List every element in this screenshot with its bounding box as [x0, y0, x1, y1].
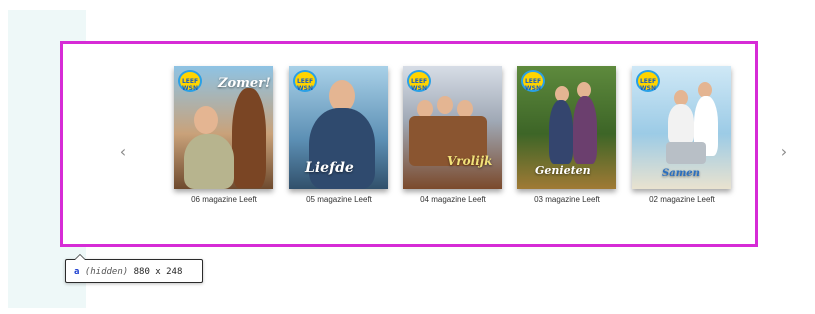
cover-person-body [549, 100, 573, 164]
chevron-left-icon[interactable]: ‹ [116, 142, 130, 162]
magazine-logo-icon: LEEF WSN [293, 70, 317, 92]
cover-person-body [309, 108, 375, 189]
cover-title: Vrolijk [447, 154, 493, 168]
magazine-cover-04[interactable]: LEEF WSN Vrolijk [403, 66, 502, 189]
magazine-caption[interactable]: 05 magazine Leeft [279, 195, 399, 204]
magazine-logo-icon: LEEF WSN [521, 70, 545, 92]
cover-title: Liefde [305, 160, 354, 176]
cover-person-body [573, 96, 597, 164]
magazine-cover-05[interactable]: LEEF WSN Liefde [289, 66, 388, 189]
magazine-cover-06[interactable]: LEEF WSN Zomer! [174, 66, 273, 189]
cover-title: Samen [662, 168, 700, 179]
magazine-caption[interactable]: 03 magazine Leeft [507, 195, 627, 204]
cover-person-body [184, 134, 234, 189]
cover-person-head [194, 106, 218, 134]
tooltip-state: (hidden) [84, 267, 129, 277]
magazine-caption[interactable]: 04 magazine Leeft [393, 195, 513, 204]
magazine-caption[interactable]: 02 magazine Leeft [622, 195, 742, 204]
magazine-caption[interactable]: 06 magazine Leeft [164, 195, 284, 204]
tooltip-tag: a [74, 267, 80, 277]
cover-wheelchair [666, 142, 706, 164]
cover-horse [232, 88, 266, 188]
inspector-highlight-frame: ‹ › LEEF WSN Zomer! 06 magazine Leeft LE… [60, 41, 787, 247]
cover-title: Genieten [535, 164, 591, 177]
magazine-cover-03[interactable]: LEEF WSN Genieten [517, 66, 616, 189]
magazine-logo-icon: LEEF WSN [407, 70, 431, 92]
tooltip-size: 880 x 248 [133, 267, 183, 277]
cover-person-body [668, 104, 694, 144]
magazine-logo-icon: LEEF WSN [636, 70, 660, 92]
cover-person-head [437, 96, 453, 114]
element-inspector-tooltip: a (hidden) 880 x 248 [65, 254, 203, 283]
chevron-right-icon[interactable]: › [777, 142, 791, 162]
magazine-logo-icon: LEEF WSN [178, 70, 202, 92]
magazine-cover-02[interactable]: LEEF WSN Samen [632, 66, 731, 189]
